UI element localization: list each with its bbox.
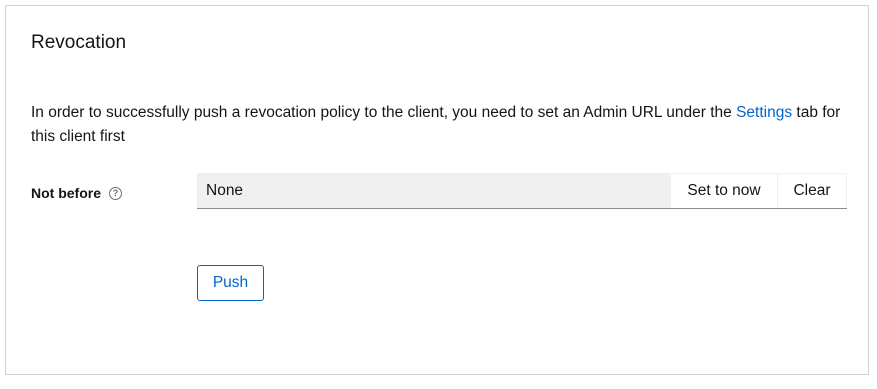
not-before-input-group: None Set to now Clear: [197, 173, 847, 209]
section-title: Revocation: [31, 32, 127, 53]
revocation-panel: Revocation In order to successfully push…: [5, 5, 869, 375]
not-before-label-group: Not before ?: [31, 185, 122, 201]
settings-tab-link[interactable]: Settings: [736, 104, 792, 121]
info-text-before: In order to successfully push a revocati…: [31, 104, 737, 121]
not-before-value-field[interactable]: None: [197, 173, 670, 208]
clear-button[interactable]: Clear: [778, 173, 847, 208]
not-before-label: Not before: [31, 185, 101, 201]
set-to-now-button[interactable]: Set to now: [670, 173, 778, 208]
push-button[interactable]: Push: [197, 265, 264, 301]
revocation-info-text: In order to successfully push a revocati…: [31, 101, 861, 149]
help-circle-icon[interactable]: ?: [109, 186, 122, 200]
